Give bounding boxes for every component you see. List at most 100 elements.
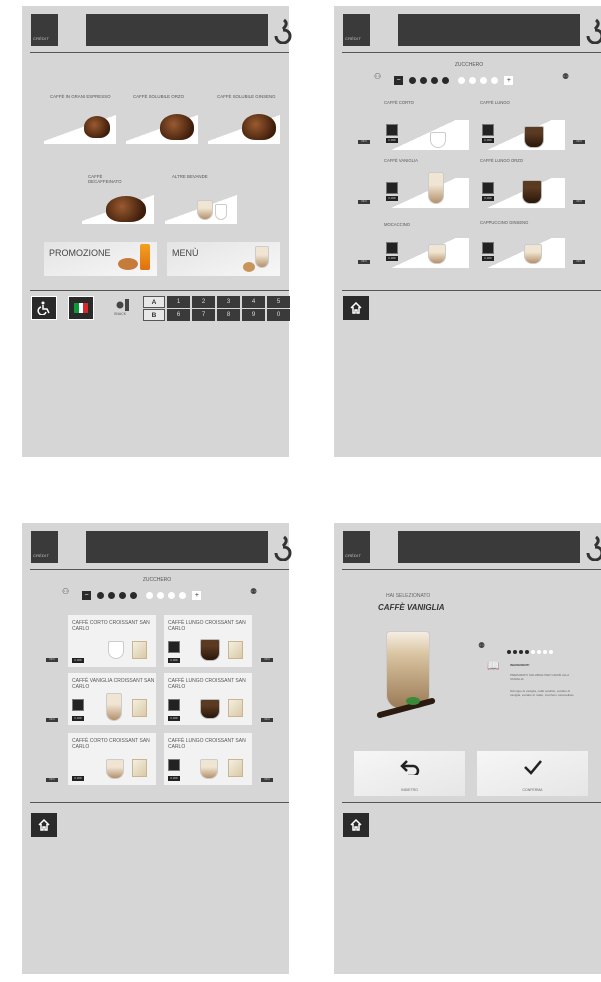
info-button[interactable]: INFO bbox=[573, 140, 585, 144]
item-caffe-lungo-orzo[interactable]: 0,30€ bbox=[480, 178, 565, 208]
sugar-plus-button[interactable]: + bbox=[504, 76, 514, 86]
keypad-5[interactable]: 5 bbox=[267, 296, 290, 308]
main-display bbox=[398, 14, 580, 46]
item-mocaccino[interactable]: 0,30€ bbox=[384, 238, 469, 268]
sugar-level bbox=[506, 643, 554, 661]
brand-logo-icon bbox=[586, 535, 601, 561]
sugar-less-icon: ⚇ bbox=[62, 587, 70, 596]
brand-logo-icon bbox=[274, 535, 292, 561]
ingredients-text: Sciroppo di vaniglia, caffè solubile, es… bbox=[510, 689, 575, 697]
selected-product: CAFFÈ VANIGLIA bbox=[378, 603, 445, 612]
combo-corto-croissant[interactable]: CAFFÈ CORTO CROISSANT SAN CARLO 0,30€ bbox=[68, 733, 156, 785]
info-button[interactable]: INFO bbox=[46, 658, 58, 662]
sugar-icon: ⚉ bbox=[478, 641, 486, 650]
category-grani-button[interactable] bbox=[44, 112, 116, 144]
brand-logo-icon bbox=[586, 18, 601, 44]
ingredients-name: PREPARATO SOLUBILE PER CAFFÈ ALLA VANIGL… bbox=[510, 673, 570, 681]
main-display bbox=[86, 531, 268, 563]
item-label: MOCACCINO bbox=[384, 222, 411, 227]
sugar-minus-button[interactable]: − bbox=[82, 591, 91, 601]
back-button[interactable]: INDIETRO bbox=[354, 751, 465, 796]
home-icon bbox=[350, 819, 362, 831]
panel-coffee-list: CRÉDIT ZUCCHERO ⚇ − + ⚉ CAFFÈ CORTO INFO… bbox=[334, 6, 601, 457]
sugar-more-icon: ⚉ bbox=[562, 72, 570, 81]
home-button[interactable] bbox=[31, 813, 57, 837]
combo-lungo-croissant[interactable]: CAFFÈ LUNGO CROISSANT SAN CARLO 0,30€ bbox=[164, 615, 252, 667]
panel-promo-list: CRÉDIT ZUCCHERO ⚇ − + ⚉ INFO CAFFÈ CORTO… bbox=[22, 523, 292, 974]
keypad-7[interactable]: 7 bbox=[192, 309, 215, 321]
main-display bbox=[398, 531, 580, 563]
category-decaf-button[interactable] bbox=[82, 192, 154, 224]
item-label: CAFFÈ VANIGLIA bbox=[384, 158, 418, 163]
snack-icon bbox=[116, 299, 129, 311]
ingredients-title: INGREDIENTI bbox=[510, 663, 530, 667]
category-ginseng-button[interactable] bbox=[208, 112, 280, 144]
home-button[interactable] bbox=[343, 296, 369, 320]
home-icon bbox=[38, 819, 50, 831]
italy-flag-icon bbox=[74, 303, 89, 313]
category-label: CAFFÈ SOLUBILE ORZO bbox=[133, 94, 184, 99]
promotion-button[interactable]: PROMOZIONE bbox=[44, 242, 157, 276]
credit-display: CRÉDIT bbox=[343, 14, 370, 46]
home-icon bbox=[350, 302, 362, 314]
row-a-button[interactable]: A bbox=[143, 296, 165, 308]
item-caffe-lungo[interactable]: 0,30€ bbox=[480, 120, 565, 150]
menu-button[interactable]: MENÙ bbox=[167, 242, 280, 276]
sugar-selector[interactable]: − + bbox=[394, 72, 514, 86]
keypad-4[interactable]: 4 bbox=[242, 296, 265, 308]
keypad-3[interactable]: 3 bbox=[217, 296, 240, 308]
brand-logo-icon bbox=[274, 18, 292, 44]
info-button[interactable]: INFO bbox=[46, 778, 58, 782]
item-caffe-corto[interactable]: 0,30€ bbox=[384, 120, 469, 150]
info-button[interactable]: INFO bbox=[358, 260, 370, 264]
credit-display: CRÉDIT bbox=[31, 14, 58, 46]
sugar-label: ZUCCHERO bbox=[142, 577, 172, 583]
category-altre-button[interactable] bbox=[165, 192, 237, 224]
info-button[interactable]: INFO bbox=[261, 718, 273, 722]
back-arrow-icon bbox=[400, 760, 420, 775]
home-button[interactable] bbox=[343, 813, 369, 837]
info-button[interactable]: INFO bbox=[573, 260, 585, 264]
keypad-0[interactable]: 0 bbox=[267, 309, 290, 321]
category-orzo-button[interactable] bbox=[126, 112, 198, 144]
selected-caption: HAI SELEZIONATO bbox=[386, 593, 431, 599]
language-button[interactable] bbox=[68, 296, 94, 320]
row-b-button[interactable]: B bbox=[143, 309, 165, 321]
panel-home: CRÉDIT CAFFÈ IN GRANI ESPRESSO CAFFÈ SOL… bbox=[22, 6, 292, 457]
item-label: CAFFÈ LUNGO bbox=[480, 100, 510, 105]
sugar-plus-button[interactable]: + bbox=[192, 591, 202, 601]
combo-lungo-croissant[interactable]: CAFFÈ LUNGO CROISSANT SAN CARLO 0,30€ bbox=[164, 733, 252, 785]
sugar-minus-button[interactable]: − bbox=[394, 76, 403, 86]
keypad-9[interactable]: 9 bbox=[242, 309, 265, 321]
sugar-more-icon: ⚉ bbox=[250, 587, 258, 596]
category-label: CAFFÈ SOLUBILE GINSENG bbox=[217, 94, 276, 99]
main-display bbox=[86, 14, 268, 46]
sugar-less-icon: ⚇ bbox=[374, 72, 382, 81]
sugar-selector[interactable]: − + bbox=[82, 587, 202, 601]
item-caffe-vaniglia[interactable]: 0,30€ bbox=[384, 172, 469, 208]
accessibility-button[interactable] bbox=[31, 296, 57, 320]
item-label: CAFFÈ CORTO bbox=[384, 100, 414, 105]
info-button[interactable]: INFO bbox=[261, 778, 273, 782]
credit-display: CRÉDIT bbox=[343, 531, 370, 563]
item-label: CAFFÈ LUNGO ORZO bbox=[480, 158, 524, 163]
product-image bbox=[376, 631, 436, 719]
keypad-8[interactable]: 8 bbox=[217, 309, 240, 321]
info-button[interactable]: INFO bbox=[46, 718, 58, 722]
info-button[interactable]: INFO bbox=[261, 658, 273, 662]
combo-vaniglia-croissant[interactable]: CAFFÈ VANIGLIA CROISSANT SAN CARLO 0,30€ bbox=[68, 673, 156, 725]
category-label: ALTRE BEVANDE bbox=[172, 174, 208, 179]
category-label: CAFFÈ IN GRANI ESPRESSO bbox=[50, 94, 111, 99]
keypad-6[interactable]: 6 bbox=[167, 309, 190, 321]
keypad-1[interactable]: 1 bbox=[167, 296, 190, 308]
confirm-button[interactable]: CONFERMA bbox=[477, 751, 588, 796]
combo-lungo-croissant[interactable]: CAFFÈ LUNGO CROISSANT SAN CARLO 0,30€ bbox=[164, 673, 252, 725]
item-cappuccino-ginseng[interactable]: 0,30€ bbox=[480, 238, 565, 268]
snack-label: SNACK bbox=[114, 312, 127, 316]
info-button[interactable]: INFO bbox=[573, 200, 585, 204]
book-icon: 📖 bbox=[487, 661, 500, 672]
info-button[interactable]: INFO bbox=[358, 200, 370, 204]
info-button[interactable]: INFO bbox=[358, 140, 370, 144]
combo-corto-croissant[interactable]: CAFFÈ CORTO CROISSANT SAN CARLO 0,30€ bbox=[68, 615, 156, 667]
keypad-2[interactable]: 2 bbox=[192, 296, 215, 308]
